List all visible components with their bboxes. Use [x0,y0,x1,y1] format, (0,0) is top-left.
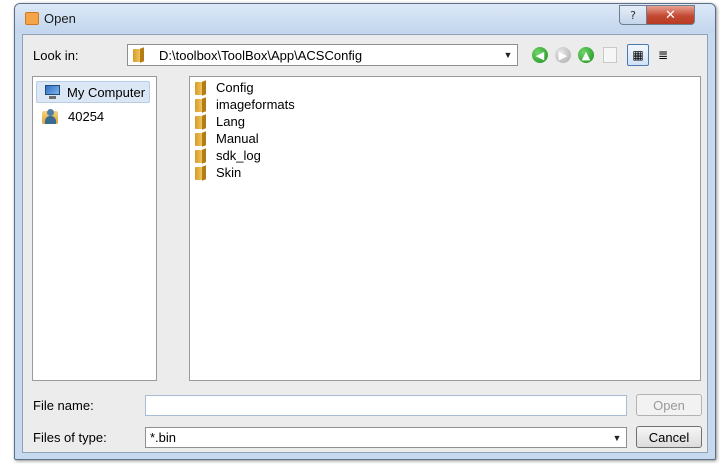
help-button[interactable]: ? [619,5,647,25]
list-item[interactable]: Lang [195,113,245,130]
user-folder-icon [42,107,60,125]
new-folder-icon[interactable] [603,47,617,63]
list-item[interactable]: imageformats [195,96,295,113]
forward-button[interactable]: ▶ [555,47,571,63]
list-item[interactable]: Config [195,79,254,96]
chevron-down-icon[interactable]: ▼ [500,46,516,64]
dialog-body: Look in: D:\toolbox\ToolBox\App\ACSConfi… [22,34,708,453]
look-in-path: D:\toolbox\ToolBox\App\ACSConfig [159,47,363,63]
back-button[interactable]: ◀ [532,47,548,63]
look-in-combo[interactable]: D:\toolbox\ToolBox\App\ACSConfig ▼ [127,44,518,66]
sidebar: My Computer 40254 [32,76,157,381]
up-arrow-icon: ▲ [581,48,591,62]
up-folder-button[interactable]: ▲ [578,47,594,63]
close-button[interactable]: ✕ [646,5,695,25]
file-list[interactable]: Config imageformats Lang Manual sdk_log … [189,76,701,381]
file-name: sdk_log [216,148,261,163]
folder-icon [195,132,207,146]
sidebar-item-label: 40254 [68,108,105,124]
chevron-down-icon[interactable]: ▼ [609,429,625,447]
file-type-label: Files of type: [33,430,107,445]
list-item[interactable]: Skin [195,164,241,181]
detail-view-icon: ▦ [632,48,644,62]
open-button[interactable]: Open [636,394,702,416]
sidebar-item-label: My Computer [67,84,146,100]
help-icon: ? [630,8,636,22]
list-item[interactable]: sdk_log [195,147,261,164]
detail-view-button[interactable]: ▦ [627,44,649,66]
sidebar-item-my-computer[interactable]: My Computer [36,81,151,103]
app-icon [25,12,39,25]
list-view-icon: ≣ [657,48,669,62]
open-dialog: Open ? ✕ Look in: D:\toolbox\ToolBox\App… [14,3,716,460]
file-name: Lang [216,114,245,129]
folder-icon [195,149,207,163]
forward-arrow-icon: ▶ [558,48,568,62]
folder-icon [195,81,207,95]
file-name-label: File name: [33,398,94,413]
file-name: imageformats [216,97,295,112]
list-item[interactable]: Manual [195,130,259,147]
look-in-label: Look in: [33,48,79,63]
file-name: Skin [216,165,242,180]
file-name: Manual [216,131,259,146]
cancel-button[interactable]: Cancel [636,426,702,448]
title-bar[interactable]: Open ? ✕ [15,4,715,33]
sidebar-item-user[interactable]: 40254 [36,105,108,127]
file-type-value: *.bin [150,430,177,445]
computer-icon [43,85,61,99]
folder-icon [195,166,207,180]
back-arrow-icon: ◀ [535,48,545,62]
list-view-button[interactable]: ≣ [652,44,674,66]
file-type-combo[interactable]: *.bin ▼ [145,427,627,448]
close-icon: ✕ [665,7,676,23]
folder-icon [195,98,207,112]
folder-icon [195,115,207,129]
file-name-input[interactable] [145,395,627,416]
file-name: Config [216,80,254,95]
window-title: Open [44,11,76,26]
folder-icon [133,48,145,62]
